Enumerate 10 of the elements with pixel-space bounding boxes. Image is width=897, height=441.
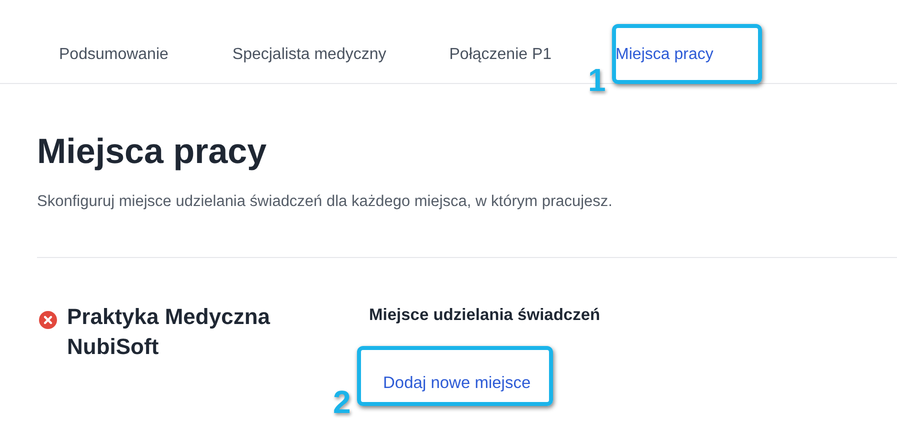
tab[interactable]: Podsumowanie	[37, 26, 190, 75]
callout-number: 2	[333, 386, 351, 418]
tab[interactable]: Połączenie P1	[427, 26, 574, 75]
tab[interactable]: Specjalista medyczny	[210, 26, 408, 75]
add-place-link[interactable]: Dodaj nowe miejsce	[383, 374, 531, 393]
page-description: Skonfiguruj miejsce udzielania świadczeń dla każdego miejsca, w którym pracujesz.	[37, 192, 614, 212]
callout-number: 1	[588, 64, 606, 96]
workplace-name: Praktyka Medyczna NubiSoft	[67, 303, 272, 361]
page-title: Miejsca pracy	[37, 131, 268, 173]
section-title: Miejsce udzielania świadczeń	[369, 306, 600, 325]
